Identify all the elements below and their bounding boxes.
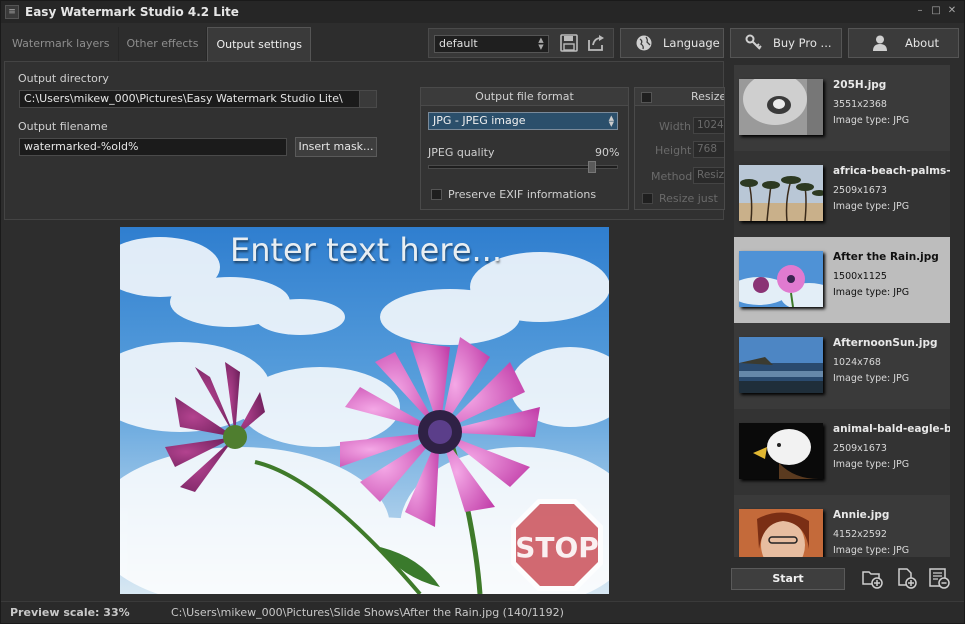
output-directory-field[interactable]: C:\Users\mikew_000\Pictures\Easy Waterma… [19, 90, 361, 108]
list-item[interactable]: 205H.jpg 3551x2368 Image type: JPG [734, 65, 950, 151]
jpeg-quality-value: 90% [595, 146, 620, 159]
save-icon[interactable] [559, 33, 579, 53]
list-item[interactable]: Annie.jpg 4152x2592 Image type: JPG [734, 495, 950, 557]
list-item[interactable]: AfternoonSun.jpg 1024x768 Image type: JP… [734, 323, 950, 409]
file-name: After the Rain.jpg [833, 251, 939, 263]
about-button[interactable]: About [848, 28, 959, 58]
current-file-path: C:\Users\mikew_000\Pictures\Slide Shows\… [171, 606, 564, 619]
buy-pro-button[interactable]: Buy Pro ... [730, 28, 842, 58]
list-item[interactable]: animal-bald-eagle-beak 2509x1673 Image t… [734, 409, 950, 495]
menu-icon[interactable]: ≡ [5, 5, 19, 19]
tab-other-effects[interactable]: Other effects [119, 27, 208, 61]
file-thumbnail [739, 337, 823, 393]
user-icon [873, 35, 887, 51]
list-settings-icon[interactable] [928, 567, 950, 589]
resize-method-select[interactable]: Resize [693, 167, 724, 184]
output-settings-panel: Output directory C:\Users\mikew_000\Pict… [4, 61, 725, 220]
file-type: Image type: JPG [833, 287, 910, 298]
file-type: Image type: JPG [833, 459, 910, 470]
resize-width-field[interactable]: 1024 [693, 117, 724, 134]
file-dimensions: 1024x768 [833, 357, 881, 368]
add-folder-icon[interactable] [861, 567, 883, 589]
output-format-group: Output file format JPG - JPEG image ▲ ▼ J… [420, 87, 629, 210]
file-dimensions: 2509x1673 [833, 185, 887, 196]
file-thumbnail [739, 79, 823, 135]
language-button[interactable]: Language [620, 28, 724, 58]
resize-just-label: Resize just [659, 192, 718, 205]
file-list-scrollbar[interactable] [952, 65, 962, 557]
key-icon [745, 34, 762, 50]
buy-pro-label: Buy Pro ... [773, 36, 832, 50]
stop-sign-text: STOP [515, 531, 599, 564]
file-name: 205H.jpg [833, 79, 887, 91]
preset-value: default [439, 37, 478, 50]
file-thumbnail [739, 423, 823, 479]
start-button[interactable]: Start [731, 568, 845, 590]
globe-icon [636, 35, 652, 51]
image-file-list: 205H.jpg 3551x2368 Image type: JPG afric… [734, 65, 950, 557]
resize-checkbox[interactable] [641, 92, 652, 103]
tab-bar: Watermark layers Other effects Output se… [4, 27, 312, 61]
list-item-selected[interactable]: After the Rain.jpg 1500x1125 Image type:… [734, 237, 950, 323]
file-thumbnail [739, 509, 823, 557]
file-thumbnail [739, 251, 823, 307]
output-format-header: Output file format [421, 88, 628, 106]
preset-panel: default ▲ ▼ [428, 28, 614, 58]
about-label: About [905, 36, 940, 50]
file-dimensions: 4152x2592 [833, 529, 887, 540]
export-icon[interactable] [586, 33, 606, 53]
image-preview[interactable]: Enter text here... STOP [120, 227, 609, 594]
file-type: Image type: JPG [833, 201, 910, 212]
output-filename-label: Output filename [18, 120, 108, 133]
file-name: animal-bald-eagle-beak [833, 423, 950, 435]
file-name: AfternoonSun.jpg [833, 337, 938, 349]
title-bar: ≡ Easy Watermark Studio 4.2 Lite – □ ✕ [1, 1, 964, 23]
spin-arrows-icon[interactable]: ▲ ▼ [536, 37, 546, 51]
jpeg-quality-label: JPEG quality [428, 146, 495, 159]
tab-watermark-layers[interactable]: Watermark layers [4, 27, 119, 61]
select-arrows-icon: ▲ ▼ [608, 114, 614, 128]
jpeg-quality-slider-thumb[interactable] [587, 161, 596, 173]
resize-method-label: Method [651, 170, 693, 183]
maximize-button[interactable]: □ [930, 5, 942, 17]
output-directory-label: Output directory [18, 72, 109, 85]
output-filename-field[interactable]: watermarked-%old% [19, 138, 287, 156]
resize-group: Resize Width 1024 Height 768 Method Resi… [634, 87, 725, 210]
window-title: Easy Watermark Studio 4.2 Lite [25, 5, 239, 19]
file-dimensions: 1500x1125 [833, 271, 887, 282]
language-label: Language [663, 36, 720, 50]
preserve-exif-label: Preserve EXIF informations [448, 188, 597, 201]
minimize-button[interactable]: – [914, 5, 926, 17]
resize-height-field[interactable]: 768 [693, 141, 724, 158]
browse-directory-button[interactable] [359, 90, 377, 108]
preserve-exif-checkbox[interactable] [431, 189, 442, 200]
format-value: JPG - JPEG image [433, 114, 526, 127]
preview-scale-text: Preview scale: 33% [10, 606, 130, 619]
list-item[interactable]: africa-beach-palms-495 2509x1673 Image t… [734, 151, 950, 237]
resize-width-label: Width [659, 120, 691, 133]
file-name: africa-beach-palms-495 [833, 165, 950, 177]
format-select[interactable]: JPG - JPEG image ▲ ▼ [428, 112, 618, 130]
insert-mask-button[interactable]: Insert mask... [295, 137, 377, 157]
status-bar: Preview scale: 33% C:\Users\mikew_000\Pi… [1, 601, 964, 623]
resize-height-label: Height [655, 144, 692, 157]
app-window: ≡ Easy Watermark Studio 4.2 Lite – □ ✕ W… [0, 0, 965, 624]
close-button[interactable]: ✕ [946, 5, 958, 17]
file-dimensions: 2509x1673 [833, 443, 887, 454]
preset-select[interactable]: default ▲ ▼ [434, 35, 549, 53]
file-name: Annie.jpg [833, 509, 890, 521]
file-type: Image type: JPG [833, 373, 910, 384]
file-thumbnail [739, 165, 823, 221]
add-file-icon[interactable] [895, 567, 917, 589]
file-type: Image type: JPG [833, 115, 910, 126]
resize-just-checkbox[interactable] [642, 193, 653, 204]
tab-output-settings[interactable]: Output settings [207, 27, 312, 61]
watermark-text[interactable]: Enter text here... [230, 231, 502, 269]
file-type: Image type: JPG [833, 545, 910, 556]
file-dimensions: 3551x2368 [833, 99, 887, 110]
